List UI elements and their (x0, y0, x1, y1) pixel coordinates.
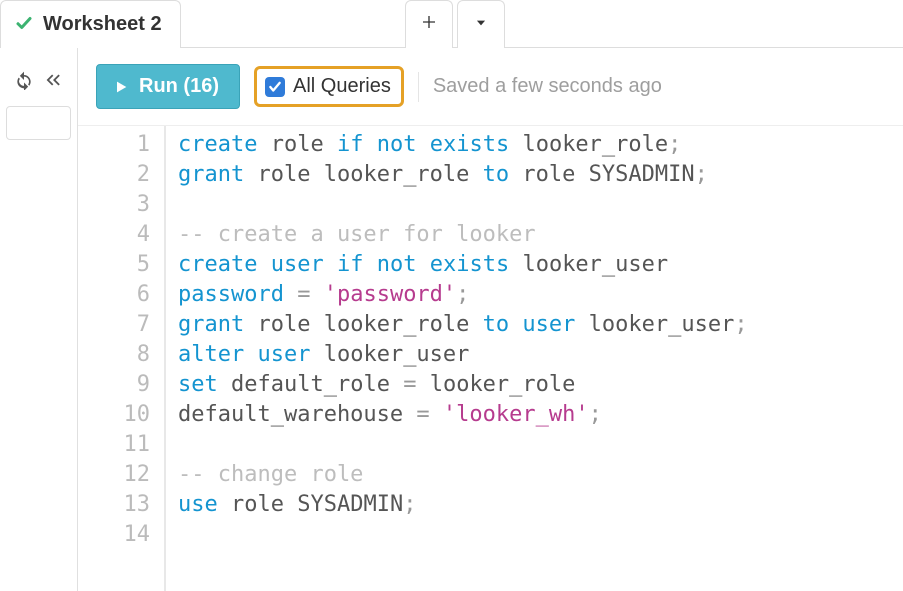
saved-status: Saved a few seconds ago (433, 75, 662, 98)
caret-down-icon (474, 14, 488, 35)
line-number: 14 (78, 520, 150, 550)
play-icon (113, 78, 129, 96)
line-number: 4 (78, 220, 150, 250)
code-line[interactable]: grant role looker_role to user looker_us… (178, 310, 903, 340)
line-number: 8 (78, 340, 150, 370)
code-line[interactable]: -- create a user for looker (178, 220, 903, 250)
line-number: 13 (78, 490, 150, 520)
line-number: 12 (78, 460, 150, 490)
code-line[interactable] (178, 520, 903, 550)
sql-editor[interactable]: 1234567891011121314 create role if not e… (78, 125, 903, 591)
tab-bar: Worksheet 2 (0, 0, 903, 48)
line-number: 5 (78, 250, 150, 280)
code-line[interactable] (178, 190, 903, 220)
code-line[interactable]: -- change role (178, 460, 903, 490)
code-line[interactable]: use role SYSADMIN; (178, 490, 903, 520)
search-input[interactable] (6, 106, 71, 140)
run-button-label: Run (16) (139, 75, 219, 98)
line-number: 7 (78, 310, 150, 340)
line-number: 11 (78, 430, 150, 460)
code-line[interactable]: create role if not exists looker_role; (178, 130, 903, 160)
code-area[interactable]: create role if not exists looker_role;gr… (166, 126, 903, 591)
line-number: 2 (78, 160, 150, 190)
line-number: 1 (78, 130, 150, 160)
tab-menu-button[interactable] (457, 0, 505, 48)
code-line[interactable]: password = 'password'; (178, 280, 903, 310)
line-number: 10 (78, 400, 150, 430)
check-icon (15, 14, 33, 35)
line-number-gutter: 1234567891011121314 (78, 126, 166, 591)
run-button[interactable]: Run (16) (96, 64, 240, 109)
tab-title: Worksheet 2 (43, 13, 162, 36)
left-panel (0, 48, 78, 591)
plus-icon (421, 14, 437, 35)
all-queries-toggle[interactable]: All Queries (254, 66, 404, 107)
refresh-icon[interactable] (14, 70, 34, 90)
code-line[interactable]: set default_role = looker_role (178, 370, 903, 400)
new-tab-button[interactable] (405, 0, 453, 48)
line-number: 9 (78, 370, 150, 400)
collapse-left-icon[interactable] (42, 69, 64, 91)
tab-worksheet-active[interactable]: Worksheet 2 (0, 0, 181, 48)
line-number: 6 (78, 280, 150, 310)
vertical-separator (418, 72, 419, 102)
code-line[interactable]: create user if not exists looker_user (178, 250, 903, 280)
all-queries-label: All Queries (293, 75, 391, 98)
code-line[interactable]: default_warehouse = 'looker_wh'; (178, 400, 903, 430)
code-line[interactable]: grant role looker_role to role SYSADMIN; (178, 160, 903, 190)
code-line[interactable]: alter user looker_user (178, 340, 903, 370)
line-number: 3 (78, 190, 150, 220)
toolbar: Run (16) All Queries Saved a few seconds… (78, 48, 903, 125)
checkbox-checked-icon (265, 77, 285, 97)
code-line[interactable] (178, 430, 903, 460)
